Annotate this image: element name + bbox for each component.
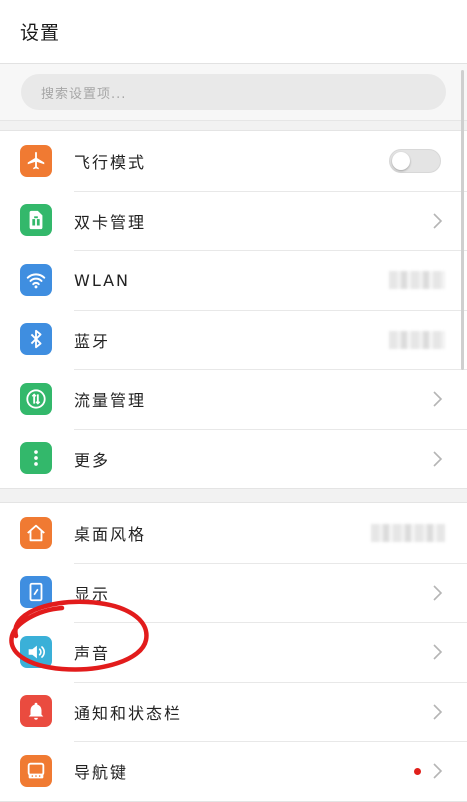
settings-item-navigation-keys[interactable]: 导航键	[0, 741, 467, 801]
settings-item-label: 流量管理	[74, 391, 147, 411]
settings-item-label: 蓝牙	[74, 331, 111, 351]
data-usage-icon	[20, 382, 52, 415]
page-title: 设置	[20, 22, 61, 44]
new-badge-dot	[414, 767, 421, 775]
settings-item-sound[interactable]: 声音	[0, 622, 467, 682]
settings-item-bluetooth[interactable]: 蓝牙	[0, 309, 467, 370]
settings-item-wlan[interactable]: WLAN	[0, 250, 467, 310]
chevron-right-icon	[433, 213, 443, 229]
toggle-knob	[392, 151, 410, 170]
settings-item-label: 飞行模式	[74, 152, 147, 172]
more-dots-icon	[20, 442, 52, 475]
settings-item-label: 声音	[74, 644, 111, 664]
settings-item-label: 导航键	[74, 763, 129, 783]
app-header: 设置	[0, 0, 467, 64]
bluetooth-icon	[20, 323, 52, 356]
settings-item-home-style[interactable]: 桌面风格	[0, 503, 467, 563]
settings-item-dual-sim[interactable]: 双卡管理	[0, 190, 467, 251]
display-icon	[20, 576, 52, 609]
home-icon	[20, 516, 52, 549]
settings-item-display[interactable]: 显示	[0, 562, 467, 623]
chevron-right-icon	[433, 644, 443, 660]
settings-item-label: WLAN	[74, 270, 131, 290]
chevron-right-icon	[433, 451, 443, 467]
settings-item-label: 双卡管理	[74, 212, 147, 232]
bluetooth-status-value	[389, 330, 445, 349]
wlan-status-value	[389, 271, 445, 290]
speaker-icon	[20, 635, 52, 668]
chevron-right-icon	[433, 704, 443, 720]
settings-item-label: 显示	[74, 584, 111, 604]
settings-item-label: 更多	[74, 450, 111, 470]
sim-card-icon	[20, 204, 52, 237]
settings-group-connectivity: 飞行模式 双卡管理 WLAN 蓝牙 流量管理 更多	[0, 130, 467, 489]
bell-icon	[20, 695, 52, 728]
chevron-right-icon	[433, 585, 443, 601]
scrollbar[interactable]	[461, 70, 464, 370]
chevron-right-icon	[433, 391, 443, 407]
search-input[interactable]: 搜索设置项...	[21, 74, 446, 110]
airplane-mode-toggle[interactable]	[389, 148, 441, 173]
settings-item-label: 通知和状态栏	[74, 703, 183, 723]
airplane-icon	[20, 144, 52, 177]
settings-item-more[interactable]: 更多	[0, 428, 467, 489]
chevron-right-icon	[433, 763, 443, 779]
home-style-value	[371, 523, 445, 542]
search-bar-container: 搜索设置项...	[0, 64, 467, 121]
wifi-icon	[20, 263, 52, 296]
settings-item-notifications[interactable]: 通知和状态栏	[0, 681, 467, 742]
settings-item-airplane-mode[interactable]: 飞行模式	[0, 131, 467, 191]
settings-item-data-usage[interactable]: 流量管理	[0, 369, 467, 429]
navigation-keys-icon	[20, 754, 52, 787]
settings-item-label: 桌面风格	[74, 524, 147, 544]
settings-group-personalization: 桌面风格 显示 声音 通知和状态栏 导航键	[0, 502, 467, 802]
